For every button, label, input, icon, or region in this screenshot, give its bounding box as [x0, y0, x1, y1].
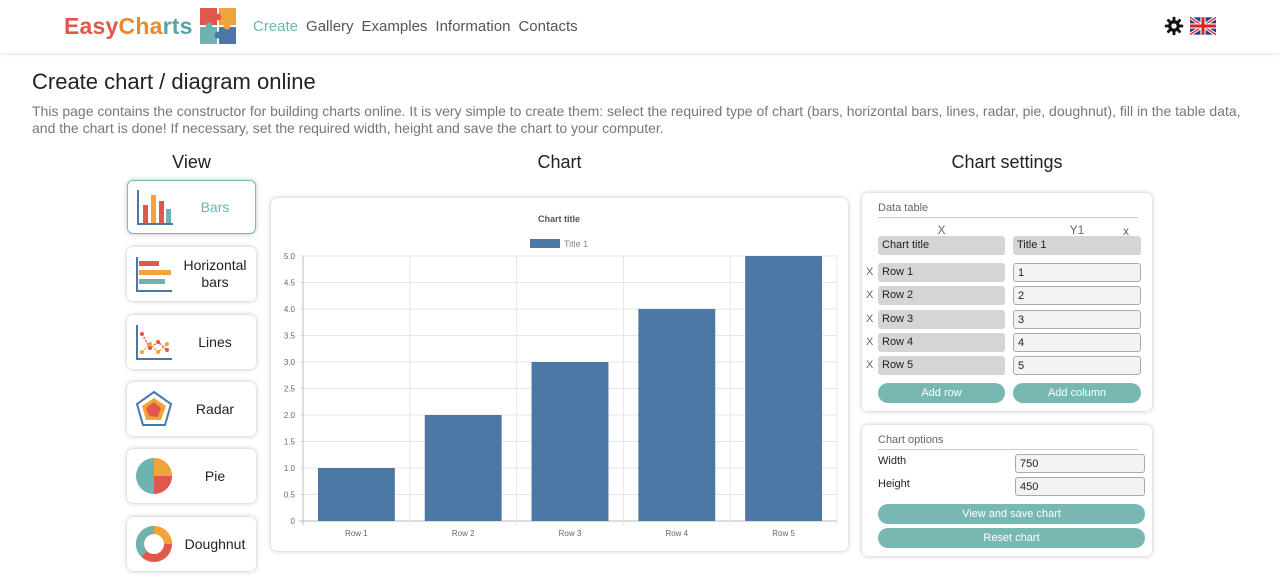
row-value-cell[interactable]: 2	[1013, 286, 1141, 305]
data-table-heading: Data table	[878, 202, 1138, 218]
pie-chart-icon	[136, 458, 172, 495]
chart-options-heading: Chart options	[878, 434, 1138, 450]
x-tick-label: Row 3	[559, 529, 582, 538]
height-label: Height	[878, 478, 910, 490]
logo-text: EasyCharts	[64, 12, 193, 39]
column-x-header: X	[937, 223, 946, 237]
nav-examples[interactable]: Examples	[362, 18, 428, 35]
chart-options-card: Chart options Width 750 Height 450 View …	[862, 425, 1152, 556]
add-column-button[interactable]: Add column	[1013, 383, 1141, 403]
uk-flag-icon[interactable]	[1190, 16, 1216, 36]
logo[interactable]: EasyCharts	[64, 6, 237, 46]
bars-chart-icon	[137, 190, 173, 225]
chart-title-cell[interactable]: Chart title	[878, 236, 1005, 255]
view-doughnut-label: Doughnut	[184, 535, 246, 552]
remove-row-button[interactable]: X	[866, 336, 873, 348]
x-tick-label: Row 2	[452, 529, 475, 538]
bar-chart: Chart title Title 1 0 0.5 1.0 1.5 2.0 2.5 3.0 3…	[284, 214, 838, 538]
bar[interactable]	[745, 256, 823, 521]
remove-row-button[interactable]: X	[866, 313, 873, 325]
view-pie-label: Pie	[204, 467, 226, 484]
view-bars-label: Bars	[200, 198, 230, 215]
page-title: Create chart / diagram online	[32, 69, 316, 94]
view-and-save-chart-button[interactable]: View and save chart	[878, 504, 1145, 524]
remove-row-button[interactable]: X	[866, 289, 873, 301]
nav-contacts[interactable]: Contacts	[518, 18, 577, 35]
top-navbar: EasyCharts Create Gallery Examples Infor…	[0, 0, 1280, 53]
view-pie-button[interactable]: Pie	[127, 449, 256, 503]
nav-gallery[interactable]: Gallery	[306, 18, 354, 35]
y-tick-label: 2.5	[284, 385, 296, 394]
y-tick-label: 4.0	[284, 305, 296, 314]
y-tick-label: 0	[291, 517, 296, 526]
chart-title: Chart title	[538, 214, 580, 224]
legend-swatch	[530, 239, 560, 248]
series-title-cell[interactable]: Title 1	[1013, 236, 1141, 255]
settings-section-title: Chart settings	[951, 152, 1063, 172]
data-table-card: Data table X Y1 x Chart title Title 1 X …	[862, 193, 1152, 411]
row-label-cell[interactable]: Row 4	[878, 333, 1005, 352]
view-radar-label: Radar	[195, 400, 235, 417]
view-lines-label: Lines	[198, 333, 232, 350]
y-tick-label: 1.0	[284, 464, 296, 473]
x-tick-label: Row 5	[772, 529, 795, 538]
view-lines-button[interactable]: Lines	[127, 315, 256, 369]
row-value-cell[interactable]: 4	[1013, 333, 1141, 352]
page-description: This page contains the constructor for b…	[32, 103, 1241, 136]
chart-panel: Chart title Title 1 0 0.5 1.0 1.5 2.0 2.5 3.0 3…	[271, 198, 848, 551]
radar-chart-icon	[135, 390, 173, 426]
y-tick-label: 3.0	[284, 358, 296, 367]
row-value-cell[interactable]: 3	[1013, 310, 1141, 329]
y-tick-label: 3.5	[284, 332, 296, 341]
remove-row-button[interactable]: X	[866, 266, 873, 278]
height-input[interactable]: 450	[1015, 477, 1145, 496]
reset-chart-button[interactable]: Reset chart	[878, 528, 1145, 548]
view-section-title: View	[172, 152, 211, 172]
bar[interactable]	[638, 309, 716, 521]
row-label-cell[interactable]: Row 5	[878, 356, 1005, 375]
legend-label[interactable]: Title 1	[564, 239, 588, 249]
row-value-cell[interactable]: 5	[1013, 356, 1141, 375]
nav-create[interactable]: Create	[253, 18, 298, 35]
main-nav: Create Gallery Examples Information Cont…	[253, 18, 578, 35]
row-label-cell[interactable]: Row 3	[878, 310, 1005, 329]
lines-chart-icon	[136, 325, 172, 360]
add-row-button[interactable]: Add row	[878, 383, 1005, 403]
remove-row-button[interactable]: X	[866, 359, 873, 371]
puzzle-logo-icon	[199, 8, 236, 44]
width-label: Width	[878, 455, 907, 467]
row-label-cell[interactable]: Row 1	[878, 263, 1005, 282]
doughnut-chart-icon	[136, 526, 172, 562]
horizontal-bars-chart-icon	[136, 257, 172, 292]
row-value-cell[interactable]: 1	[1013, 263, 1141, 282]
view-bars-button[interactable]: Bars	[127, 180, 256, 234]
gear-icon[interactable]	[1164, 16, 1184, 36]
bar[interactable]	[317, 468, 395, 521]
x-tick-label: Row 4	[665, 529, 688, 538]
view-doughnut-button[interactable]: Doughnut	[127, 517, 256, 571]
y-tick-label: 0.5	[284, 491, 296, 500]
y-tick-label: 4.5	[284, 279, 296, 288]
view-horizontal-bars-label: Horizontal bars	[183, 257, 247, 290]
chart-section-title: Chart	[537, 152, 582, 172]
view-radar-button[interactable]: Radar	[127, 382, 256, 436]
nav-information[interactable]: Information	[435, 18, 510, 35]
view-horizontal-bars-button[interactable]: Horizontal bars	[127, 247, 256, 301]
bar[interactable]	[531, 362, 609, 521]
bar[interactable]	[424, 415, 502, 521]
width-input[interactable]: 750	[1015, 454, 1145, 473]
y-tick-label: 1.5	[284, 438, 296, 447]
x-tick-label: Row 1	[345, 529, 368, 538]
row-label-cell[interactable]: Row 2	[878, 286, 1005, 305]
y-tick-label: 5.0	[284, 252, 296, 261]
y-tick-label: 2.0	[284, 411, 296, 420]
